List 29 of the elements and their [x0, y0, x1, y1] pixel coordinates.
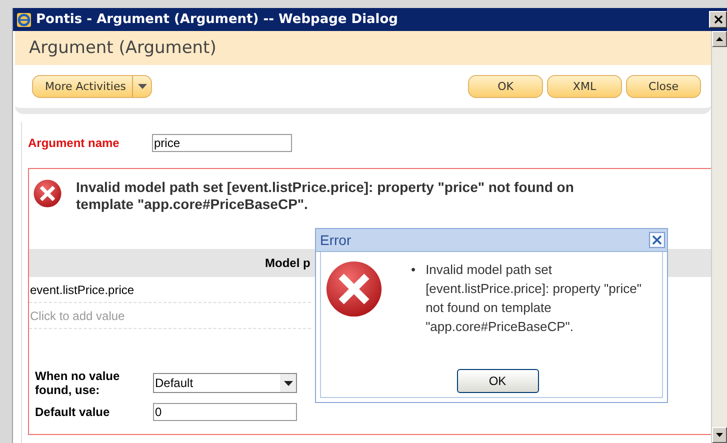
- scrollbar[interactable]: [711, 31, 727, 443]
- bullet: •: [411, 261, 416, 279]
- more-activities-button[interactable]: More Activities: [32, 75, 152, 98]
- ok-button[interactable]: OK: [456, 369, 538, 393]
- name-field[interactable]: price: [152, 134, 292, 152]
- toolbar-button[interactable]: XML: [547, 75, 622, 98]
- field-label: Default value: [35, 405, 111, 419]
- caret-icon: [138, 84, 147, 89]
- close-icon: [714, 15, 722, 24]
- close-icon: [652, 235, 662, 245]
- fallback-dropdown[interactable]: Default: [153, 373, 297, 393]
- table-cell: event.listPrice.price: [29, 277, 311, 303]
- error-message: Invalid model path set [event.listPrice.price]: property "price" not found on template "app.core#PriceBaseCP".: [426, 261, 642, 336]
- toolbar-button[interactable]: OK: [468, 75, 543, 98]
- field-label: Argument name: [28, 136, 120, 150]
- up-arrow-icon[interactable]: [716, 37, 723, 41]
- dialog-title: Error: [320, 232, 352, 248]
- browser-icon: [16, 12, 32, 28]
- column-header: Model p: [265, 256, 310, 270]
- default-value-field[interactable]: 0: [153, 403, 297, 421]
- field-label: When no value found, use:: [35, 369, 121, 397]
- error-icon: [325, 260, 383, 318]
- error-icon: [33, 179, 62, 208]
- caret-icon: [284, 380, 292, 386]
- down-arrow-icon[interactable]: [716, 433, 723, 437]
- error-message: Invalid model path set [event.listPrice.price]: property "price" not found on template "app.core#PriceBaseCP".: [76, 179, 575, 214]
- page-title: Argument (Argument): [29, 38, 216, 58]
- window-title: Pontis - Argument (Argument) -- Webpage Dialog: [36, 12, 399, 27]
- toolbar-button[interactable]: Close: [626, 75, 701, 98]
